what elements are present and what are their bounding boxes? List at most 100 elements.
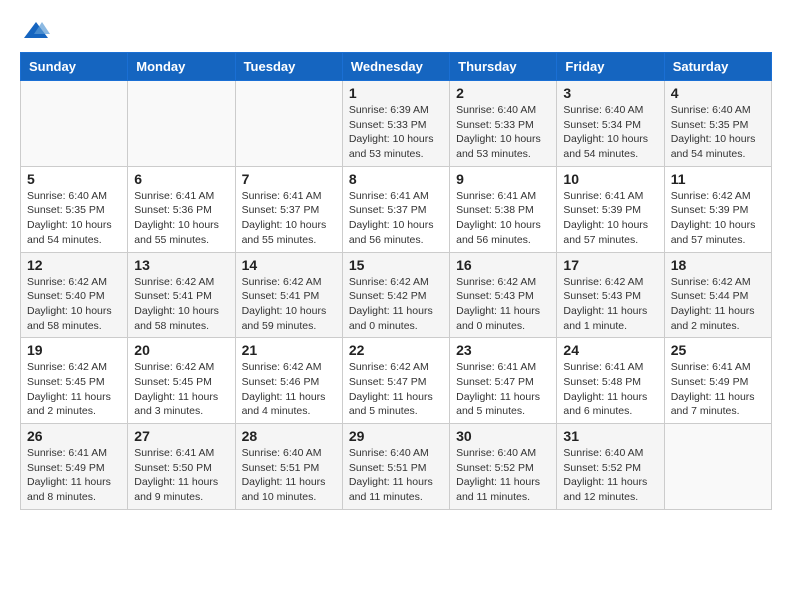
calendar-day-6: 6 Sunrise: 6:41 AM Sunset: 5:36 PM Daylig…: [128, 166, 235, 252]
day-number: 20: [134, 342, 228, 358]
column-header-wednesday: Wednesday: [342, 53, 449, 81]
day-info: Sunrise: 6:42 AM Sunset: 5:45 PM Dayligh…: [27, 360, 121, 419]
day-number: 26: [27, 428, 121, 444]
day-number: 29: [349, 428, 443, 444]
calendar-day-30: 30 Sunrise: 6:40 AM Sunset: 5:52 PM Dayli…: [450, 424, 557, 510]
day-number: 9: [456, 171, 550, 187]
day-number: 11: [671, 171, 765, 187]
calendar-week-row: 5 Sunrise: 6:40 AM Sunset: 5:35 PM Daylig…: [21, 166, 772, 252]
calendar-week-row: 26 Sunrise: 6:41 AM Sunset: 5:49 PM Dayli…: [21, 424, 772, 510]
day-number: 22: [349, 342, 443, 358]
calendar-table: SundayMondayTuesdayWednesdayThursdayFrid…: [20, 52, 772, 510]
calendar-week-row: 1 Sunrise: 6:39 AM Sunset: 5:33 PM Daylig…: [21, 81, 772, 167]
day-number: 27: [134, 428, 228, 444]
day-number: 2: [456, 85, 550, 101]
column-header-friday: Friday: [557, 53, 664, 81]
day-info: Sunrise: 6:42 AM Sunset: 5:46 PM Dayligh…: [242, 360, 336, 419]
day-info: Sunrise: 6:41 AM Sunset: 5:49 PM Dayligh…: [671, 360, 765, 419]
calendar-week-row: 19 Sunrise: 6:42 AM Sunset: 5:45 PM Dayli…: [21, 338, 772, 424]
day-number: 3: [563, 85, 657, 101]
day-info: Sunrise: 6:40 AM Sunset: 5:52 PM Dayligh…: [456, 446, 550, 505]
day-number: 28: [242, 428, 336, 444]
calendar-week-row: 12Sunrise: 6:42 AM Sunset: 5:40 PM Dayli…: [21, 252, 772, 338]
calendar-day-2: 2 Sunrise: 6:40 AM Sunset: 5:33 PM Daylig…: [450, 81, 557, 167]
day-info: Sunrise: 6:42 AM Sunset: 5:43 PM Dayligh…: [563, 275, 657, 334]
day-number: 12: [27, 257, 121, 273]
day-number: 5: [27, 171, 121, 187]
calendar-day-1: 1 Sunrise: 6:39 AM Sunset: 5:33 PM Daylig…: [342, 81, 449, 167]
calendar-day-9: 9 Sunrise: 6:41 AM Sunset: 5:38 PM Daylig…: [450, 166, 557, 252]
day-number: 30: [456, 428, 550, 444]
calendar-day-5: 5 Sunrise: 6:40 AM Sunset: 5:35 PM Daylig…: [21, 166, 128, 252]
day-number: 25: [671, 342, 765, 358]
calendar-day-25: 25 Sunrise: 6:41 AM Sunset: 5:49 PM Dayli…: [664, 338, 771, 424]
day-info: Sunrise: 6:41 AM Sunset: 5:37 PM Dayligh…: [242, 189, 336, 248]
day-number: 19: [27, 342, 121, 358]
day-number: 1: [349, 85, 443, 101]
day-number: 18: [671, 257, 765, 273]
column-header-sunday: Sunday: [21, 53, 128, 81]
calendar-day-31: 31Sunrise: 6:40 AM Sunset: 5:52 PM Dayli…: [557, 424, 664, 510]
calendar-day-23: 23 Sunrise: 6:41 AM Sunset: 5:47 PM Dayli…: [450, 338, 557, 424]
calendar-day-16: 16 Sunrise: 6:42 AM Sunset: 5:43 PM Dayli…: [450, 252, 557, 338]
calendar-header-row: SundayMondayTuesdayWednesdayThursdayFrid…: [21, 53, 772, 81]
calendar-day-26: 26 Sunrise: 6:41 AM Sunset: 5:49 PM Dayli…: [21, 424, 128, 510]
calendar-day-12: 12Sunrise: 6:42 AM Sunset: 5:40 PM Dayli…: [21, 252, 128, 338]
day-info: Sunrise: 6:39 AM Sunset: 5:33 PM Dayligh…: [349, 103, 443, 162]
day-info: Sunrise: 6:41 AM Sunset: 5:50 PM Dayligh…: [134, 446, 228, 505]
calendar-empty-cell: [128, 81, 235, 167]
day-info: Sunrise: 6:40 AM Sunset: 5:34 PM Dayligh…: [563, 103, 657, 162]
calendar-day-17: 17 Sunrise: 6:42 AM Sunset: 5:43 PM Dayli…: [557, 252, 664, 338]
calendar-day-14: 14Sunrise: 6:42 AM Sunset: 5:41 PM Dayli…: [235, 252, 342, 338]
calendar-day-15: 15 Sunrise: 6:42 AM Sunset: 5:42 PM Dayli…: [342, 252, 449, 338]
column-header-saturday: Saturday: [664, 53, 771, 81]
calendar-day-7: 7 Sunrise: 6:41 AM Sunset: 5:37 PM Daylig…: [235, 166, 342, 252]
calendar-empty-cell: [21, 81, 128, 167]
calendar-empty-cell: [664, 424, 771, 510]
logo: [20, 20, 50, 42]
calendar-day-13: 13Sunrise: 6:42 AM Sunset: 5:41 PM Dayli…: [128, 252, 235, 338]
calendar-day-20: 20 Sunrise: 6:42 AM Sunset: 5:45 PM Dayli…: [128, 338, 235, 424]
day-info: Sunrise: 6:41 AM Sunset: 5:48 PM Dayligh…: [563, 360, 657, 419]
day-info: Sunrise: 6:40 AM Sunset: 5:33 PM Dayligh…: [456, 103, 550, 162]
day-info: Sunrise: 6:40 AM Sunset: 5:35 PM Dayligh…: [27, 189, 121, 248]
day-info: Sunrise: 6:42 AM Sunset: 5:42 PM Dayligh…: [349, 275, 443, 334]
calendar-day-24: 24 Sunrise: 6:41 AM Sunset: 5:48 PM Dayli…: [557, 338, 664, 424]
calendar-day-10: 10 Sunrise: 6:41 AM Sunset: 5:39 PM Dayli…: [557, 166, 664, 252]
day-info: Sunrise: 6:41 AM Sunset: 5:39 PM Dayligh…: [563, 189, 657, 248]
calendar-day-19: 19 Sunrise: 6:42 AM Sunset: 5:45 PM Dayli…: [21, 338, 128, 424]
calendar-empty-cell: [235, 81, 342, 167]
day-info: Sunrise: 6:40 AM Sunset: 5:35 PM Dayligh…: [671, 103, 765, 162]
day-number: 10: [563, 171, 657, 187]
day-info: Sunrise: 6:42 AM Sunset: 5:39 PM Dayligh…: [671, 189, 765, 248]
calendar-day-21: 21Sunrise: 6:42 AM Sunset: 5:46 PM Dayli…: [235, 338, 342, 424]
column-header-monday: Monday: [128, 53, 235, 81]
day-number: 8: [349, 171, 443, 187]
day-number: 15: [349, 257, 443, 273]
calendar-day-18: 18Sunrise: 6:42 AM Sunset: 5:44 PM Dayli…: [664, 252, 771, 338]
day-number: 13: [134, 257, 228, 273]
day-info: Sunrise: 6:42 AM Sunset: 5:45 PM Dayligh…: [134, 360, 228, 419]
calendar-day-22: 22Sunrise: 6:42 AM Sunset: 5:47 PM Dayli…: [342, 338, 449, 424]
day-number: 4: [671, 85, 765, 101]
day-info: Sunrise: 6:41 AM Sunset: 5:47 PM Dayligh…: [456, 360, 550, 419]
column-header-tuesday: Tuesday: [235, 53, 342, 81]
day-info: Sunrise: 6:41 AM Sunset: 5:36 PM Dayligh…: [134, 189, 228, 248]
day-number: 24: [563, 342, 657, 358]
day-number: 16: [456, 257, 550, 273]
day-number: 7: [242, 171, 336, 187]
day-info: Sunrise: 6:41 AM Sunset: 5:38 PM Dayligh…: [456, 189, 550, 248]
day-number: 23: [456, 342, 550, 358]
day-number: 31: [563, 428, 657, 444]
calendar-day-29: 29Sunrise: 6:40 AM Sunset: 5:51 PM Dayli…: [342, 424, 449, 510]
day-info: Sunrise: 6:42 AM Sunset: 5:43 PM Dayligh…: [456, 275, 550, 334]
calendar-day-28: 28Sunrise: 6:40 AM Sunset: 5:51 PM Dayli…: [235, 424, 342, 510]
day-info: Sunrise: 6:41 AM Sunset: 5:37 PM Dayligh…: [349, 189, 443, 248]
calendar-day-27: 27 Sunrise: 6:41 AM Sunset: 5:50 PM Dayli…: [128, 424, 235, 510]
day-info: Sunrise: 6:41 AM Sunset: 5:49 PM Dayligh…: [27, 446, 121, 505]
calendar-day-8: 8 Sunrise: 6:41 AM Sunset: 5:37 PM Daylig…: [342, 166, 449, 252]
column-header-thursday: Thursday: [450, 53, 557, 81]
day-number: 6: [134, 171, 228, 187]
logo-icon: [22, 20, 50, 42]
day-number: 17: [563, 257, 657, 273]
